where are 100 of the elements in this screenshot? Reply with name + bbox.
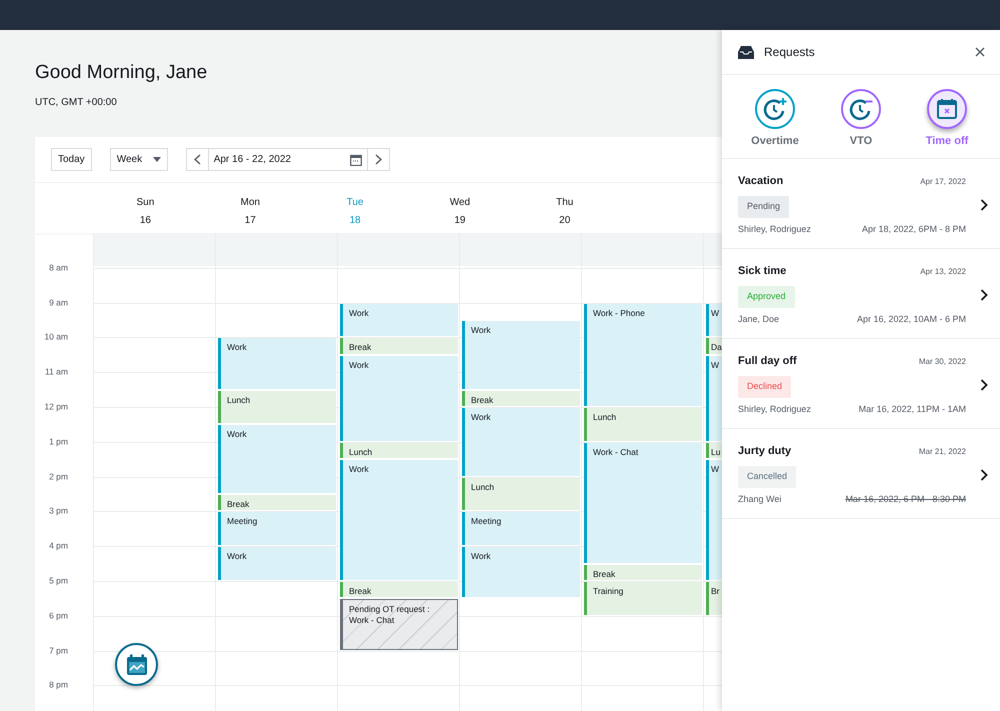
time-label: 12 pm xyxy=(44,400,68,414)
shift-event[interactable]: W xyxy=(706,460,722,580)
request-title: Full day off xyxy=(738,354,797,369)
open-request-button[interactable] xyxy=(980,288,988,300)
day-date: 18 xyxy=(348,214,362,228)
close-button[interactable] xyxy=(975,47,985,57)
clock-minus-icon xyxy=(841,89,881,129)
request-date: Apr 13, 2022 xyxy=(920,266,966,278)
break-event[interactable]: Break xyxy=(340,338,458,354)
shift-event[interactable]: W xyxy=(706,356,722,441)
time-label: 5 pm xyxy=(49,574,68,588)
time-label: 9 am xyxy=(49,296,68,309)
time-label: 2 pm xyxy=(49,470,68,483)
day-date: 17 xyxy=(244,214,257,228)
day-name: Mon xyxy=(240,196,261,210)
chevron-right-icon xyxy=(980,468,988,480)
time-label: 8 pm xyxy=(49,679,68,692)
close-icon xyxy=(975,47,985,57)
day-date: 20 xyxy=(558,214,572,228)
caret-icon xyxy=(152,157,161,162)
open-request-button[interactable] xyxy=(980,198,988,210)
timezone-label: UTC, GMT +00:00 xyxy=(35,96,118,110)
request-item[interactable]: Sick time Apr 13, 2022 Approved Jane, Doe Apr 16, 2022, 10AM - 6 PM xyxy=(722,248,1000,338)
shift-event[interactable]: Work xyxy=(340,304,458,336)
request-type-tab[interactable]: VTO xyxy=(826,89,896,150)
pending-request-event[interactable]: Pending OT request : Work - Chat xyxy=(340,599,458,650)
chevron-left-icon xyxy=(194,154,201,165)
day-name: Sun xyxy=(136,196,156,210)
break-event[interactable]: Break xyxy=(584,564,702,580)
day-name: Thu xyxy=(555,196,574,210)
day-date: 19 xyxy=(453,214,466,228)
day-date: 16 xyxy=(138,214,152,228)
calendar-x-icon xyxy=(927,89,967,129)
request-title: Vacation xyxy=(738,174,784,189)
chevron-right-icon xyxy=(980,378,988,390)
break-event[interactable]: Da xyxy=(706,338,722,354)
time-label: 8 am xyxy=(49,261,68,274)
chevron-right-icon xyxy=(374,154,382,165)
requester-name: Shirley, Rodriguez xyxy=(738,402,811,416)
break-event[interactable]: Lu xyxy=(706,442,722,458)
status-badge: Declined xyxy=(738,376,792,398)
shift-event[interactable]: Meeting xyxy=(462,512,580,546)
break-event[interactable]: Lunch xyxy=(462,478,580,510)
shift-event[interactable]: Work xyxy=(340,356,458,441)
requester-name: Jane, Doe xyxy=(738,312,780,326)
break-event[interactable]: Break xyxy=(340,582,458,598)
time-label: 11 am xyxy=(45,366,68,379)
requester-name: Zhang Wei xyxy=(738,492,782,506)
break-event[interactable]: Lunch xyxy=(218,390,336,424)
request-date: Apr 17, 2022 xyxy=(920,176,966,188)
chevron-right-icon xyxy=(980,198,988,210)
time-label: 4 pm xyxy=(49,540,68,553)
clock-plus-icon xyxy=(755,89,795,129)
status-badge: Approved xyxy=(738,286,795,308)
today-button[interactable]: Today xyxy=(51,148,92,171)
request-time-range: Mar 16, 2022, 6 PM - 8:30 PM xyxy=(845,492,966,506)
shift-event[interactable]: Work xyxy=(462,547,580,598)
shift-event[interactable]: Work xyxy=(462,321,580,389)
request-title: Jurty duty xyxy=(738,444,792,459)
open-request-button[interactable] xyxy=(980,468,988,480)
break-event[interactable]: Lunch xyxy=(584,408,702,441)
request-date: Mar 30, 2022 xyxy=(918,356,966,368)
time-label: 6 pm xyxy=(49,609,68,622)
shift-event[interactable]: Work xyxy=(340,460,458,580)
request-item[interactable]: Full day off Mar 30, 2022 Declined Shirley, Rodriguez Mar 16, 2022, 11PM - 1AM xyxy=(722,338,1000,428)
shift-event[interactable]: Work xyxy=(462,408,580,476)
shift-event[interactable]: Work xyxy=(218,547,336,580)
calendar-icon xyxy=(350,154,362,166)
request-item[interactable]: Vacation Apr 17, 2022 Pending Shirley, Rodriguez Apr 18, 2022, 6PM - 8 PM xyxy=(722,158,1000,248)
request-time-range: Mar 16, 2022, 11PM - 1AM xyxy=(858,402,966,416)
shift-event[interactable]: W xyxy=(706,304,722,336)
break-event[interactable]: Break xyxy=(462,390,580,406)
request-type-tab[interactable]: Time off xyxy=(912,89,982,150)
view-dropdown[interactable]: Week xyxy=(110,148,168,171)
shift-event[interactable]: Meeting xyxy=(218,512,336,546)
shift-event[interactable]: Work xyxy=(218,425,336,493)
status-badge: Cancelled xyxy=(738,466,796,488)
chevron-right-icon xyxy=(980,288,988,300)
request-date: Mar 21, 2022 xyxy=(918,446,966,458)
inbox-icon xyxy=(738,46,754,58)
shift-event[interactable]: Work - Phone xyxy=(584,304,702,406)
break-event[interactable]: Break xyxy=(218,495,336,510)
request-title: Sick time xyxy=(738,264,786,279)
break-event[interactable]: Training xyxy=(584,582,702,615)
request-type-tab[interactable]: Overtime xyxy=(740,89,810,150)
shift-event[interactable]: Work - Chat xyxy=(584,442,702,563)
shift-event[interactable]: Work xyxy=(218,338,336,389)
status-badge: Pending xyxy=(738,196,790,218)
time-label: 3 pm xyxy=(49,505,68,518)
break-event[interactable]: Lunch xyxy=(340,442,458,458)
open-request-button[interactable] xyxy=(980,378,988,390)
day-name: Wed xyxy=(448,196,472,210)
request-item[interactable]: Jurty duty Mar 21, 2022 Cancelled Zhang Wei Mar 16, 2022, 6 PM - 8:30 PM xyxy=(722,428,1000,518)
day-name: Tue xyxy=(346,196,364,210)
break-event[interactable]: Br xyxy=(706,582,722,615)
request-time-range: Apr 16, 2022, 10AM - 6 PM xyxy=(856,312,966,326)
time-label: 10 am xyxy=(44,331,68,344)
time-label: 1 pm xyxy=(49,435,68,448)
request-time-range: Apr 18, 2022, 6PM - 8 PM xyxy=(862,222,966,236)
time-label: 7 pm xyxy=(49,644,68,657)
